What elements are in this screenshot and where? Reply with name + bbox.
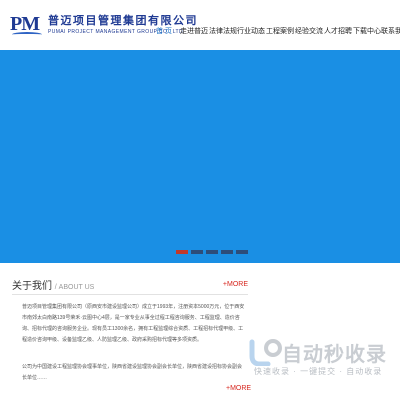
main-nav: 首 页 走进普迈 法律法规 行业动态 工程案例 经验交流 人才招聘 下载中心 联… bbox=[150, 25, 400, 39]
watermark: 自动秒收录 快速收录 · 一键提交 · 自动收录 bbox=[248, 334, 398, 380]
hero-banner[interactable] bbox=[0, 50, 400, 263]
nav-item-laws[interactable]: 法律法规 bbox=[209, 25, 237, 39]
about-title-cn: 关于我们 bbox=[12, 281, 52, 292]
about-title-en: / ABOUT US bbox=[54, 284, 95, 291]
watermark-title: 自动秒收录 bbox=[282, 344, 387, 366]
pm-logo-icon: PM bbox=[10, 12, 44, 38]
banner-dot[interactable] bbox=[176, 250, 188, 254]
about-paragraph: 普迈项目管理集团有限公司（原西安市建设监理公司）成立于1993年，注册资本500… bbox=[22, 304, 245, 343]
nav-item-contact[interactable]: 联系我们 bbox=[381, 25, 400, 39]
banner-dot[interactable] bbox=[221, 250, 233, 254]
nav-item-about[interactable]: 走进普迈 bbox=[180, 25, 208, 39]
site-header: PM 普迈项目管理集团有限公司 PUMAI PROJECT MANAGEMENT… bbox=[0, 0, 400, 50]
banner-dot[interactable] bbox=[191, 250, 203, 254]
banner-dot[interactable] bbox=[236, 250, 248, 254]
about-more-link-2[interactable]: +MORE bbox=[226, 385, 251, 392]
nav-item-jobs[interactable]: 人才招聘 bbox=[324, 25, 352, 39]
banner-pagination bbox=[176, 250, 248, 254]
watermark-logo-icon bbox=[249, 339, 282, 366]
nav-item-news[interactable]: 行业动态 bbox=[237, 25, 265, 39]
logo-swoosh bbox=[12, 32, 42, 37]
nav-item-experience[interactable]: 经验交流 bbox=[295, 25, 323, 39]
nav-item-cases[interactable]: 工程案例 bbox=[266, 25, 294, 39]
nav-item-downloads[interactable]: 下载中心 bbox=[353, 25, 381, 39]
about-more-link[interactable]: +MORE bbox=[223, 281, 248, 288]
nav-item-home[interactable]: 首 页 bbox=[156, 25, 172, 39]
about-paragraph-2: 公司为中国建设工程监理协会理事单位，陕西省建设监理协会副会长单位，陕西省建设招标… bbox=[22, 364, 243, 381]
about-section-title: 关于我们 / ABOUT US bbox=[12, 277, 94, 292]
watermark-slogan: 快速收录 · 一键提交 · 自动收录 bbox=[254, 367, 383, 376]
banner-dot[interactable] bbox=[206, 250, 218, 254]
section-divider bbox=[12, 294, 248, 295]
